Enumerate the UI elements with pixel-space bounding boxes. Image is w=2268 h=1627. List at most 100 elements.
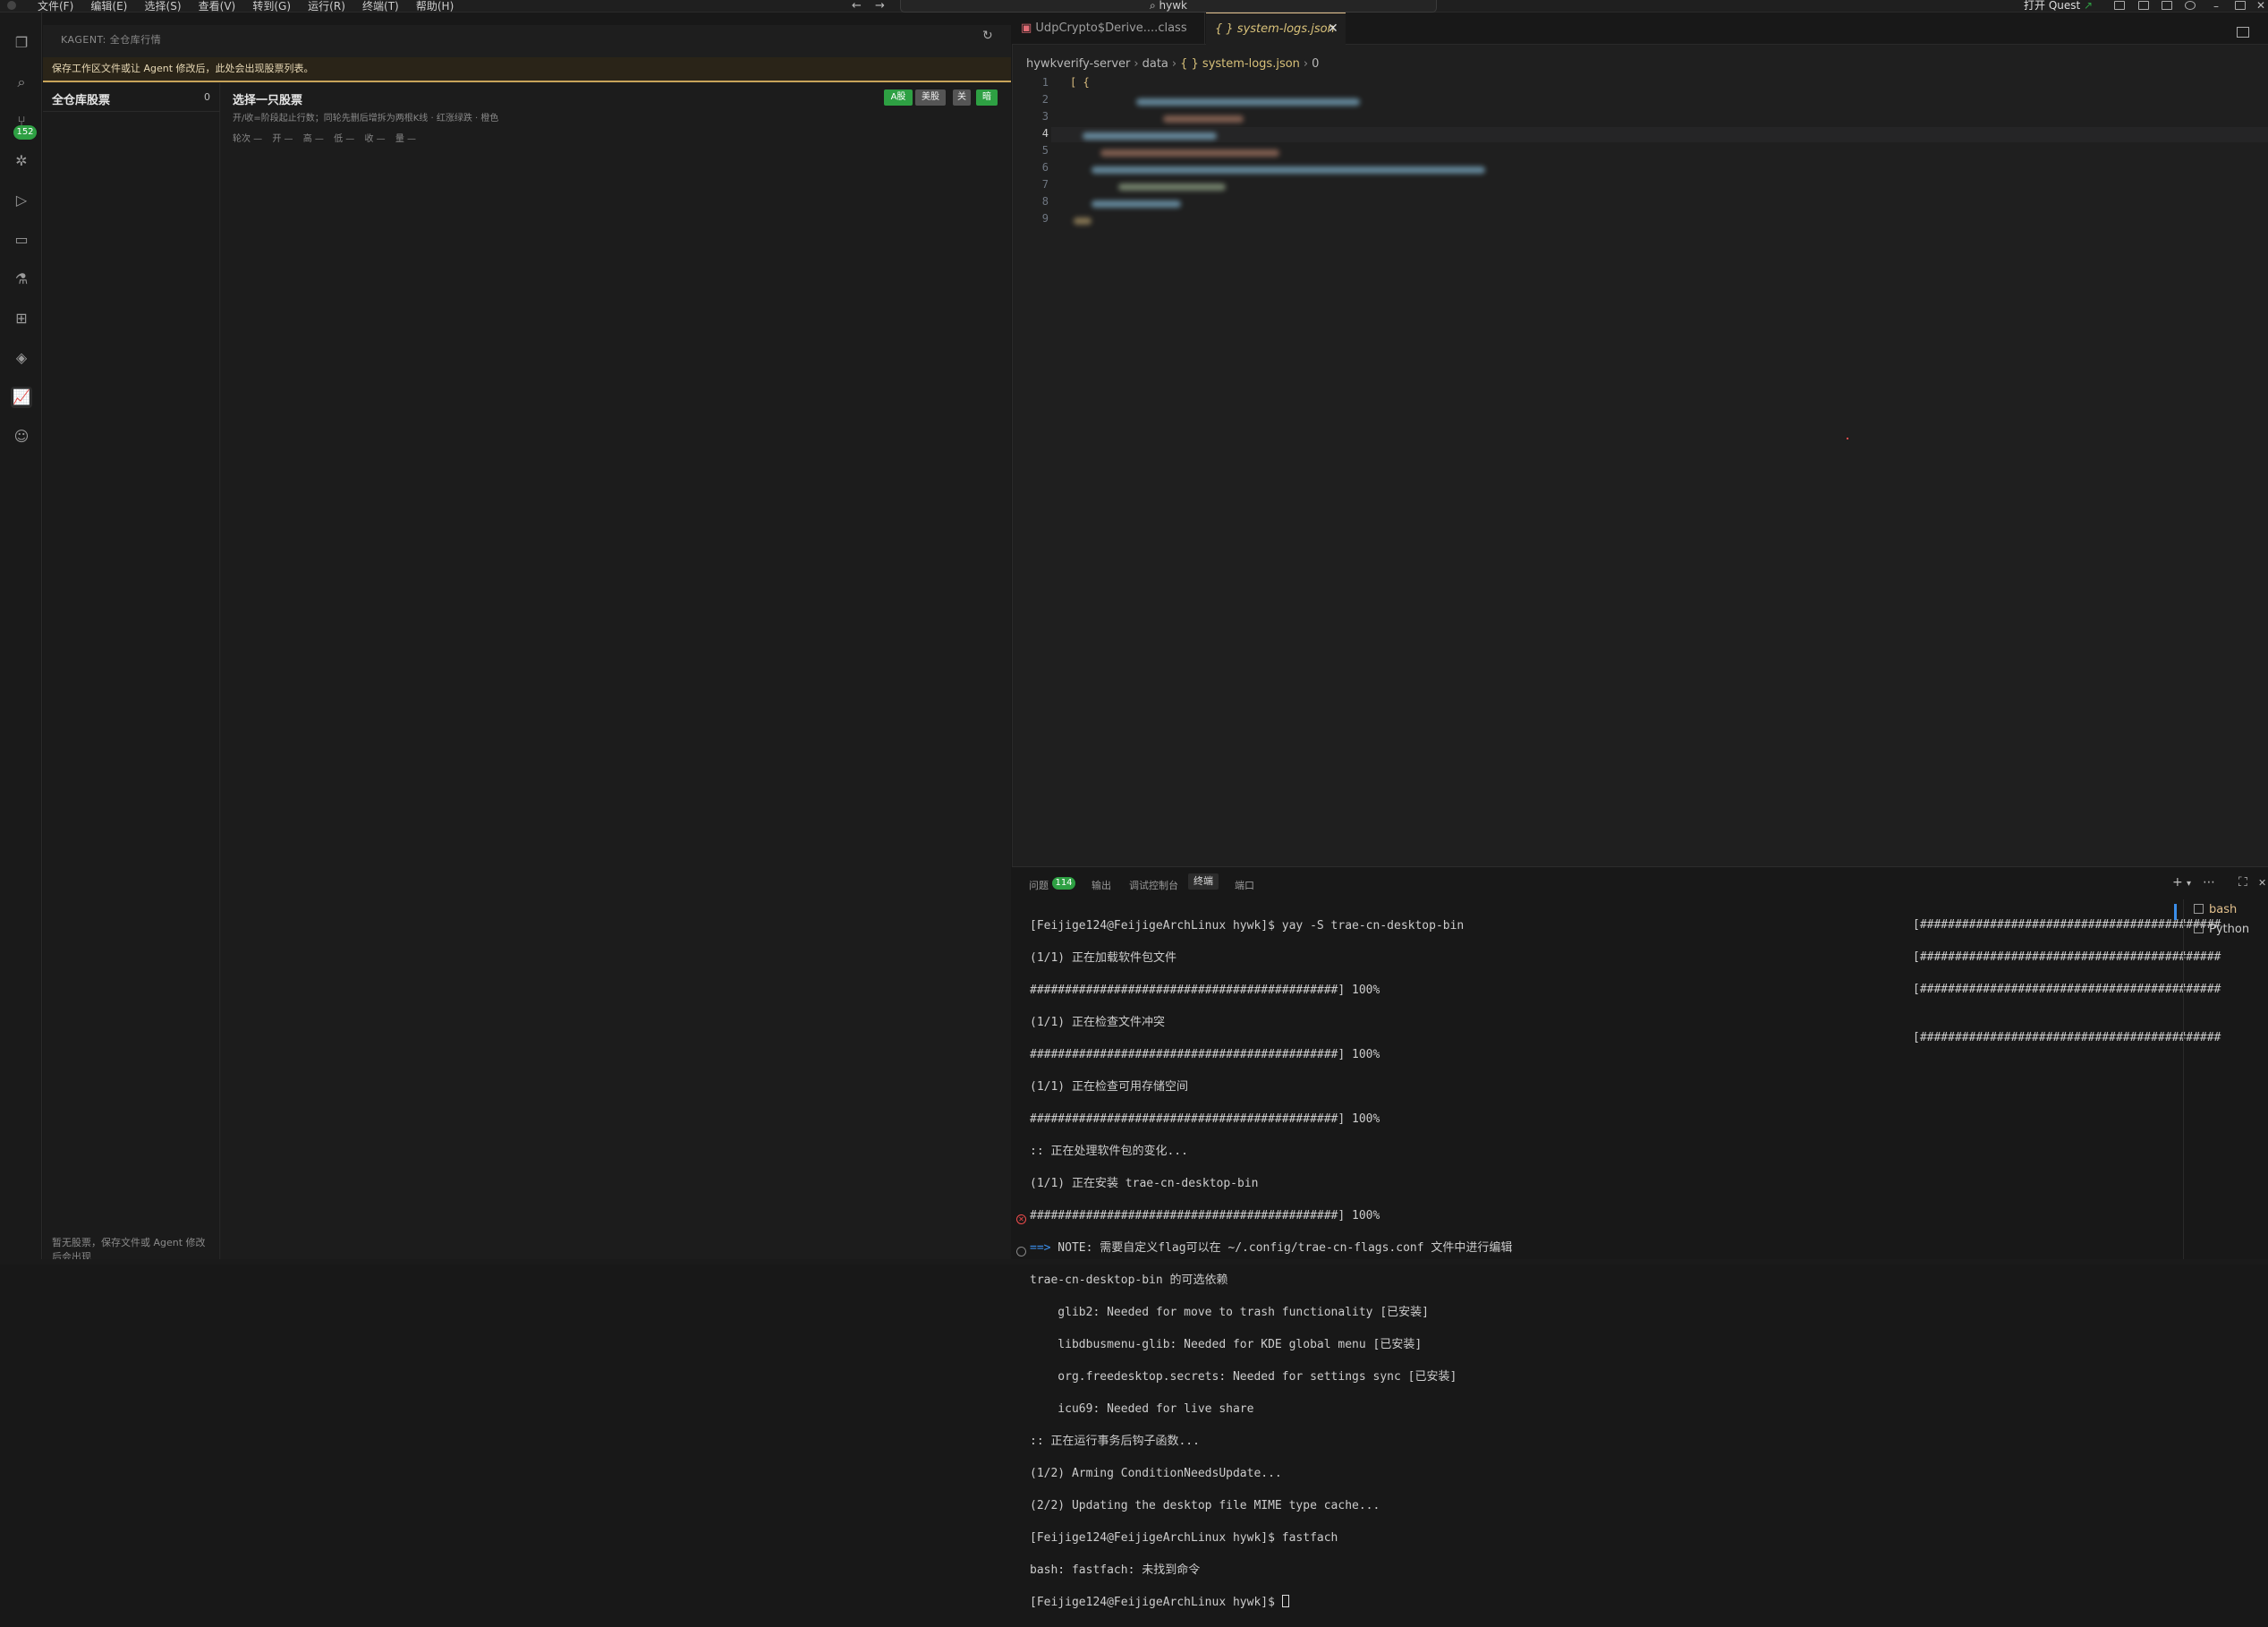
ohlc-round: 轮次 — xyxy=(233,134,263,144)
tab-debug-console[interactable]: 调试控制台 xyxy=(1129,878,1178,892)
ohlc-row: 轮次 — 开 — 高 — 低 — 收 — 量 — xyxy=(233,131,423,144)
status-bar xyxy=(0,1259,2268,1265)
stock-list-count: 0 xyxy=(204,91,210,103)
tab-output[interactable]: 输出 xyxy=(1092,878,1111,892)
line-number: 4 xyxy=(1041,127,1049,140)
stock-detail xyxy=(221,83,1011,1265)
close-window-icon[interactable]: ✕ xyxy=(2256,0,2265,12)
progress-bar-text: [#######################################… xyxy=(1913,983,2221,996)
search-icon[interactable]: ⌕ xyxy=(11,72,32,93)
terminal-line: trae-cn-desktop-bin 的可选依赖 xyxy=(1030,1273,1228,1287)
accounts-icon[interactable]: ☺ xyxy=(11,426,32,447)
tab-class-file[interactable]: ▣ UdpCrypto$Derive....class xyxy=(1012,13,1205,45)
breadcrumb-item[interactable]: { } system-logs.json xyxy=(1180,57,1300,71)
terminal-arrow: ==> xyxy=(1030,1241,1051,1255)
open-quest-button[interactable]: 打开 Quest ↗ xyxy=(2024,0,2093,12)
scm-badge: 152 xyxy=(13,125,37,140)
new-terminal-icon[interactable]: + xyxy=(2172,875,2183,890)
breadcrumb: hywkverify-server › data ›{ } system-logs.j… xyxy=(1026,57,1319,71)
terminal-icon xyxy=(2194,904,2204,914)
accounts-icon[interactable] xyxy=(2185,1,2196,10)
command-center-search[interactable]: ⌕ hywk xyxy=(900,0,1437,13)
terminal-name: Python xyxy=(2209,923,2250,936)
explorer-icon[interactable]: ❐ xyxy=(11,32,32,54)
command-decoration-icon[interactable] xyxy=(1016,1247,1026,1256)
problems-badge: 114 xyxy=(1052,877,1075,890)
close-toggle[interactable]: 关 xyxy=(953,89,971,106)
menu-help[interactable]: 帮助(H) xyxy=(416,0,454,13)
chart-icon[interactable]: 📈 xyxy=(11,387,32,408)
blurred-code xyxy=(1136,98,1360,106)
breadcrumb-item[interactable]: 0 xyxy=(1312,57,1319,71)
toggle-secondary-sidebar-icon[interactable] xyxy=(2162,1,2172,10)
menu-file[interactable]: 文件(F) xyxy=(38,0,73,13)
back-arrow-icon[interactable]: ← xyxy=(852,0,862,13)
ohlc-low: 低 — xyxy=(334,134,355,144)
error-decoration-icon[interactable]: ✕ xyxy=(1016,1214,1026,1224)
blurred-code xyxy=(1074,217,1092,225)
stock-list-title: 全仓库股票 xyxy=(52,94,111,107)
breadcrumb-item[interactable]: hywkverify-server xyxy=(1026,57,1130,71)
us-stock-toggle[interactable]: 美股 xyxy=(915,89,946,106)
testing-icon[interactable]: ⚗ xyxy=(11,268,32,290)
terminal-line: (2/2) Updating the desktop file MIME typ… xyxy=(1030,1499,1380,1512)
terminal-line: (1/1) 正在检查文件冲突 xyxy=(1030,1016,1165,1029)
blurred-code xyxy=(1092,200,1181,208)
dark-toggle[interactable]: 暗 xyxy=(976,89,998,106)
tab-label: UdpCrypto$Derive....class xyxy=(1035,21,1187,35)
toggle-primary-sidebar-icon[interactable] xyxy=(2114,1,2125,10)
current-line-highlight xyxy=(1051,127,2268,142)
remote-icon[interactable]: ▭ xyxy=(11,229,32,251)
close-tab-icon[interactable]: ✕ xyxy=(1328,21,1338,36)
breadcrumb-item[interactable]: data xyxy=(1142,57,1168,71)
ohlc-volume: 量 — xyxy=(395,134,417,144)
close-panel-icon[interactable]: ✕ xyxy=(2258,877,2266,889)
split-editor-icon[interactable] xyxy=(2237,27,2249,38)
chevron-right-icon: › xyxy=(1303,57,1309,71)
scrollbar-thumb[interactable] xyxy=(2174,904,2177,920)
maximize-panel-icon[interactable]: ⛶ xyxy=(2238,875,2247,890)
chevron-down-icon[interactable]: ▾ xyxy=(2187,879,2191,889)
ohlc-close: 收 — xyxy=(364,134,386,144)
progress-bar-text: [#######################################… xyxy=(1913,918,2221,932)
menu-edit[interactable]: 编辑(E) xyxy=(90,0,127,13)
terminal-line: ########################################… xyxy=(1030,984,1380,997)
terminal-list-item-bash[interactable]: bash xyxy=(2194,903,2237,916)
refresh-icon[interactable]: ↻ xyxy=(982,29,993,43)
stock-detail-subtitle: 开/收=阶段起止行数；同轮先删后增拆为两根K线 · 红涨绿跌 · 橙色 xyxy=(233,114,499,124)
terminal-line: [Feijige124@FeijigeArchLinux hywk]$ yay … xyxy=(1030,919,1465,933)
menu-view[interactable]: 查看(V) xyxy=(199,0,236,13)
tab-problems[interactable]: 问题 xyxy=(1029,878,1049,892)
class-file-icon: ▣ xyxy=(1021,21,1036,35)
forward-arrow-icon[interactable]: → xyxy=(875,0,885,13)
blurred-code xyxy=(1092,166,1485,174)
menu-selection[interactable]: 选择(S) xyxy=(145,0,182,13)
run-icon[interactable]: ▷ xyxy=(11,190,32,211)
line-number: 2 xyxy=(1041,93,1049,106)
terminal-output[interactable]: [Feijige124@FeijigeArchLinux hywk]$ yay … xyxy=(1030,902,1512,1627)
tab-ports[interactable]: 端口 xyxy=(1235,878,1254,892)
menu-go[interactable]: 转到(G) xyxy=(252,0,291,13)
a-share-toggle[interactable]: A股 xyxy=(884,89,913,106)
line-number: 1 xyxy=(1041,76,1049,89)
tab-system-logs[interactable]: { } system-logs.json xyxy=(1206,13,1346,45)
packages-icon[interactable]: ◈ xyxy=(11,347,32,369)
terminal-line-note: ==> NOTE: 需要自定义flag可以在 ~/.config/trae-cn… xyxy=(1030,1240,1512,1256)
minimize-icon[interactable]: – xyxy=(2213,0,2219,13)
terminal-list-item-python[interactable]: Python xyxy=(2194,923,2249,936)
terminal-line: icu69: Needed for live share xyxy=(1030,1402,1254,1416)
toggle-panel-icon[interactable] xyxy=(2138,1,2149,10)
line-number: 8 xyxy=(1041,195,1049,208)
menu-run[interactable]: 运行(R) xyxy=(308,0,345,13)
line-number: 9 xyxy=(1041,212,1049,225)
maximize-icon[interactable] xyxy=(2235,1,2246,10)
tab-terminal[interactable]: 终端 xyxy=(1188,873,1219,890)
menu-terminal[interactable]: 终端(T) xyxy=(362,0,399,13)
terminal-cursor xyxy=(1281,1595,1289,1607)
chevron-right-icon: › xyxy=(1134,57,1139,71)
debug-icon[interactable]: ✲ xyxy=(11,150,32,172)
divider xyxy=(43,111,220,112)
more-actions-icon[interactable]: ⋯ xyxy=(2203,875,2215,890)
open-quest-label: 打开 Quest xyxy=(2024,0,2081,12)
extensions-icon[interactable]: ⊞ xyxy=(11,308,32,329)
